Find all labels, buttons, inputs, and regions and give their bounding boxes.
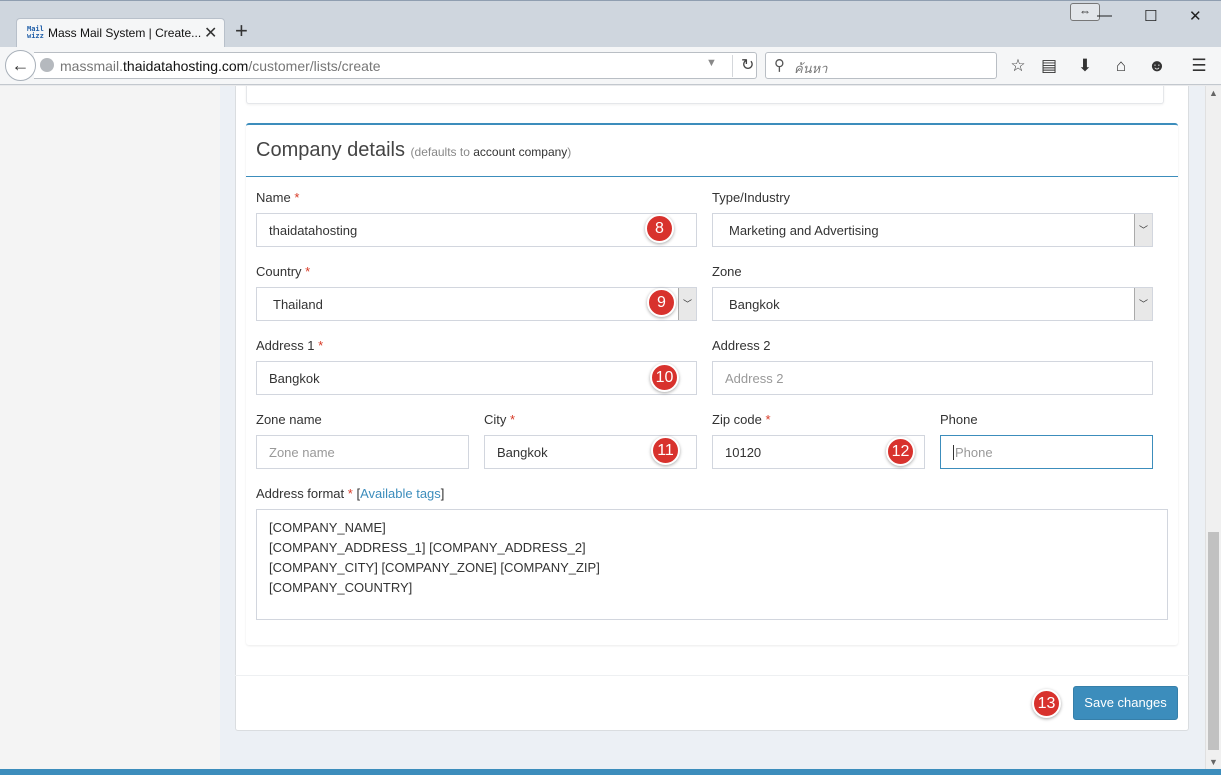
zone-select[interactable]: Bangkok ﹀ bbox=[712, 287, 1153, 321]
step-marker-9: 9 bbox=[647, 288, 676, 317]
zone-label: Zone bbox=[712, 264, 742, 279]
mailwizz-favicon-icon: Mail wizz bbox=[27, 25, 44, 40]
phone-label: Phone bbox=[940, 412, 978, 427]
window-close-icon[interactable]: ✕ bbox=[1189, 7, 1202, 25]
search-placeholder: ค้นหา bbox=[794, 61, 828, 76]
industry-label: Type/Industry bbox=[712, 190, 791, 205]
menu-icon[interactable]: ☰ bbox=[1188, 56, 1210, 76]
tab-title: Mass Mail System | Create... bbox=[48, 26, 202, 40]
url-bar[interactable]: massmail.thaidatahosting.com/customer/li… bbox=[34, 52, 757, 79]
smiley-icon[interactable]: ☻ bbox=[1146, 56, 1168, 76]
industry-select[interactable]: Marketing and Advertising ﹀ bbox=[712, 213, 1153, 247]
phone-input[interactable]: Phone bbox=[940, 435, 1153, 469]
address-format-line: [COMPANY_NAME] bbox=[269, 520, 386, 535]
step-marker-8: 8 bbox=[645, 214, 674, 243]
country-select[interactable]: Thailand ﹀ bbox=[256, 287, 697, 321]
step-marker-13: 13 bbox=[1032, 689, 1061, 718]
footer-divider bbox=[235, 675, 1189, 676]
address-format-line: [COMPANY_COUNTRY] bbox=[269, 580, 413, 595]
url-dropdown-icon[interactable]: ▼ bbox=[706, 57, 717, 69]
name-label: Name * bbox=[256, 190, 300, 205]
vertical-scrollbar[interactable]: ▲ ▼ bbox=[1205, 86, 1221, 769]
address1-input[interactable]: Bangkok bbox=[256, 361, 697, 395]
address-format-label: Address format * [Available tags] bbox=[256, 486, 445, 501]
bottom-status-bar bbox=[0, 769, 1221, 775]
chevron-down-icon: ﹀ bbox=[678, 288, 696, 320]
company-details-subtitle: (defaults to account company) bbox=[410, 145, 572, 159]
download-icon[interactable]: ⬇ bbox=[1074, 56, 1096, 76]
country-label: Country * bbox=[256, 264, 311, 279]
save-changes-button[interactable]: Save changes bbox=[1073, 686, 1178, 720]
address1-label: Address 1 * bbox=[256, 338, 324, 353]
address2-input[interactable]: Address 2 bbox=[712, 361, 1153, 395]
address2-label: Address 2 bbox=[712, 338, 771, 353]
address-format-line: [COMPANY_ADDRESS_1] [COMPANY_ADDRESS_2] bbox=[269, 540, 586, 555]
maximize-icon[interactable]: ☐ bbox=[1144, 7, 1157, 25]
scrollbar-thumb[interactable] bbox=[1208, 532, 1219, 750]
zone-name-label: Zone name bbox=[256, 412, 322, 427]
globe-icon bbox=[40, 58, 54, 72]
chevron-down-icon: ﹀ bbox=[1134, 288, 1152, 320]
back-arrow-icon[interactable]: ← bbox=[5, 50, 36, 81]
browser-navbar: massmail.thaidatahosting.com/customer/li… bbox=[0, 47, 1221, 85]
page-content: Company details (defaults to account com… bbox=[0, 86, 1205, 769]
browser-tab[interactable]: Mail wizz Mass Mail System | Create... ✕ bbox=[16, 18, 225, 48]
bookmark-star-icon[interactable]: ☆ bbox=[1007, 56, 1029, 76]
company-details-title: Company details (defaults to account com… bbox=[256, 139, 572, 161]
left-sidebar bbox=[0, 86, 220, 769]
address-format-textarea[interactable]: [COMPANY_NAME] [COMPANY_ADDRESS_1] [COMP… bbox=[256, 509, 1168, 620]
step-marker-11: 11 bbox=[651, 436, 680, 465]
scroll-down-icon[interactable]: ▼ bbox=[1209, 757, 1218, 767]
text-caret bbox=[953, 445, 954, 460]
url-text: massmail.thaidatahosting.com/customer/li… bbox=[60, 58, 381, 74]
home-icon[interactable]: ⌂ bbox=[1110, 56, 1132, 76]
step-marker-10: 10 bbox=[650, 363, 679, 392]
reload-icon[interactable]: ↻ bbox=[732, 55, 754, 77]
close-tab-icon[interactable]: ✕ bbox=[204, 23, 217, 43]
address-format-line: [COMPANY_CITY] [COMPANY_ZONE] [COMPANY_Z… bbox=[269, 560, 600, 575]
new-tab-icon[interactable]: + bbox=[235, 20, 248, 42]
search-icon: ⚲ bbox=[774, 57, 785, 74]
company-details-header: Company details (defaults to account com… bbox=[246, 125, 1178, 177]
search-bar[interactable]: ⚲ ค้นหา bbox=[765, 52, 997, 79]
company-name-input[interactable]: thaidatahosting bbox=[256, 213, 697, 247]
reading-list-icon[interactable]: ▤ bbox=[1038, 56, 1060, 76]
zone-name-input[interactable]: Zone name bbox=[256, 435, 469, 469]
city-label: City * bbox=[484, 412, 516, 427]
browser-titlebar: Mail wizz Mass Mail System | Create... ✕… bbox=[0, 0, 1221, 48]
minimize-icon[interactable]: — bbox=[1097, 7, 1112, 24]
step-marker-12: 12 bbox=[886, 437, 915, 466]
resize-arrows-icon[interactable]: ⇔ bbox=[1070, 3, 1100, 21]
chevron-down-icon: ﹀ bbox=[1134, 214, 1152, 246]
available-tags-link[interactable]: Available tags bbox=[360, 486, 441, 501]
zip-label: Zip code * bbox=[712, 412, 771, 427]
previous-section-box bbox=[246, 86, 1164, 104]
scroll-up-icon[interactable]: ▲ bbox=[1209, 88, 1218, 98]
